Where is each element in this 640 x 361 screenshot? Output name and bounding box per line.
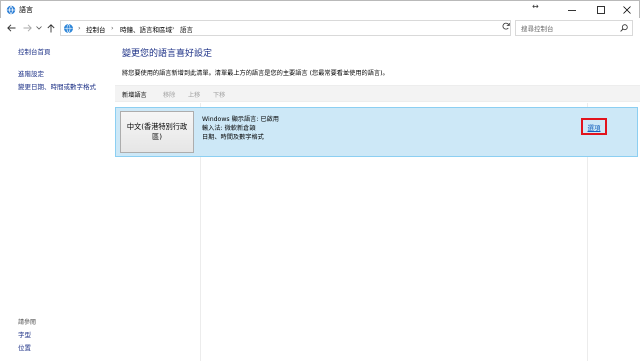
remove-button[interactable]: 移除 — [163, 90, 175, 99]
control-panel-icon — [63, 23, 74, 34]
window-title: 語言 — [19, 6, 33, 14]
page-title: 變更您的語言喜好設定 — [122, 49, 213, 59]
add-language-button[interactable]: 新增語言 — [122, 90, 147, 99]
search-box[interactable] — [515, 20, 633, 36]
breadcrumb-separator: › — [78, 24, 81, 32]
input-method-info: 輸入法: 微軟新倉頡 — [202, 125, 256, 132]
breadcrumb-clock-language-region[interactable]: 時鐘、語言和區域 — [120, 24, 172, 34]
sidebar-item-control-panel-home[interactable]: 控制台首頁 — [18, 46, 51, 56]
left-pane: 控制台首頁 進階設定 變更日期、時間或數字格式 請參閱 字型 位置 — [0, 38, 110, 361]
language-toolbar: 新增語言 移除 上移 下移 — [115, 85, 640, 102]
list-item[interactable]: 中文(香港特別行政區) Windows 顯示語言: 已啟用 輸入法: 微軟新倉頡… — [115, 107, 638, 157]
address-bar[interactable]: › 控制台 › 時鐘、語言和區域 › 語言 — [60, 20, 558, 36]
see-also-heading: 請參閱 — [18, 319, 37, 326]
breadcrumb-separator[interactable]: › — [172, 24, 175, 32]
up-button[interactable] — [45, 22, 57, 34]
move-down-button[interactable]: 下移 — [213, 90, 225, 99]
breadcrumb-control-panel[interactable]: 控制台 — [86, 24, 106, 34]
recent-dropdown-button[interactable] — [33, 22, 45, 34]
search-input[interactable] — [521, 23, 616, 34]
language-name-button[interactable]: 中文(香港特別行政區) — [120, 111, 194, 153]
language-list: 中文(香港特別行政區) Windows 顯示語言: 已啟用 輸入法: 微軟新倉頡… — [115, 103, 640, 361]
see-also-location-link[interactable]: 位置 — [18, 342, 31, 352]
navigation-bar: › 控制台 › 時鐘、語言和區域 › 語言 — [0, 18, 640, 38]
sidebar-item-advanced-settings[interactable]: 進階設定 — [18, 68, 44, 78]
date-time-format-info: 日期、時間及數字格式 — [202, 134, 264, 141]
breadcrumb-language[interactable]: 語言 — [180, 24, 193, 34]
see-also-fonts-link[interactable]: 字型 — [18, 329, 31, 339]
display-language-status: Windows 顯示語言: 已啟用 — [202, 116, 279, 123]
search-icon[interactable] — [620, 24, 628, 34]
sidebar-item-change-date-time-format[interactable]: 變更日期、時間或數字格式 — [18, 81, 96, 91]
page-description: 將您要使用的語言新增到此清單。清單最上方的語言是您的主要語言 (您最常要看並使用… — [122, 70, 389, 77]
minimize-button[interactable] — [559, 1, 585, 18]
move-up-button[interactable]: 上移 — [188, 90, 200, 99]
resize-icon: ↔ — [532, 2, 539, 11]
back-button[interactable] — [5, 22, 17, 34]
main-content: 變更您的語言喜好設定 將您要使用的語言新增到此清單。清單最上方的語言是您的主要語… — [110, 38, 640, 361]
maximize-button[interactable] — [588, 1, 614, 18]
language-app-icon — [6, 5, 16, 15]
close-button[interactable] — [614, 1, 640, 18]
options-link[interactable]: 選項 — [581, 118, 607, 135]
refresh-button[interactable] — [500, 19, 512, 32]
title-bar: 語言 ↔ — [0, 0, 640, 18]
breadcrumb-separator[interactable]: › — [111, 24, 114, 32]
forward-button[interactable] — [21, 22, 33, 34]
